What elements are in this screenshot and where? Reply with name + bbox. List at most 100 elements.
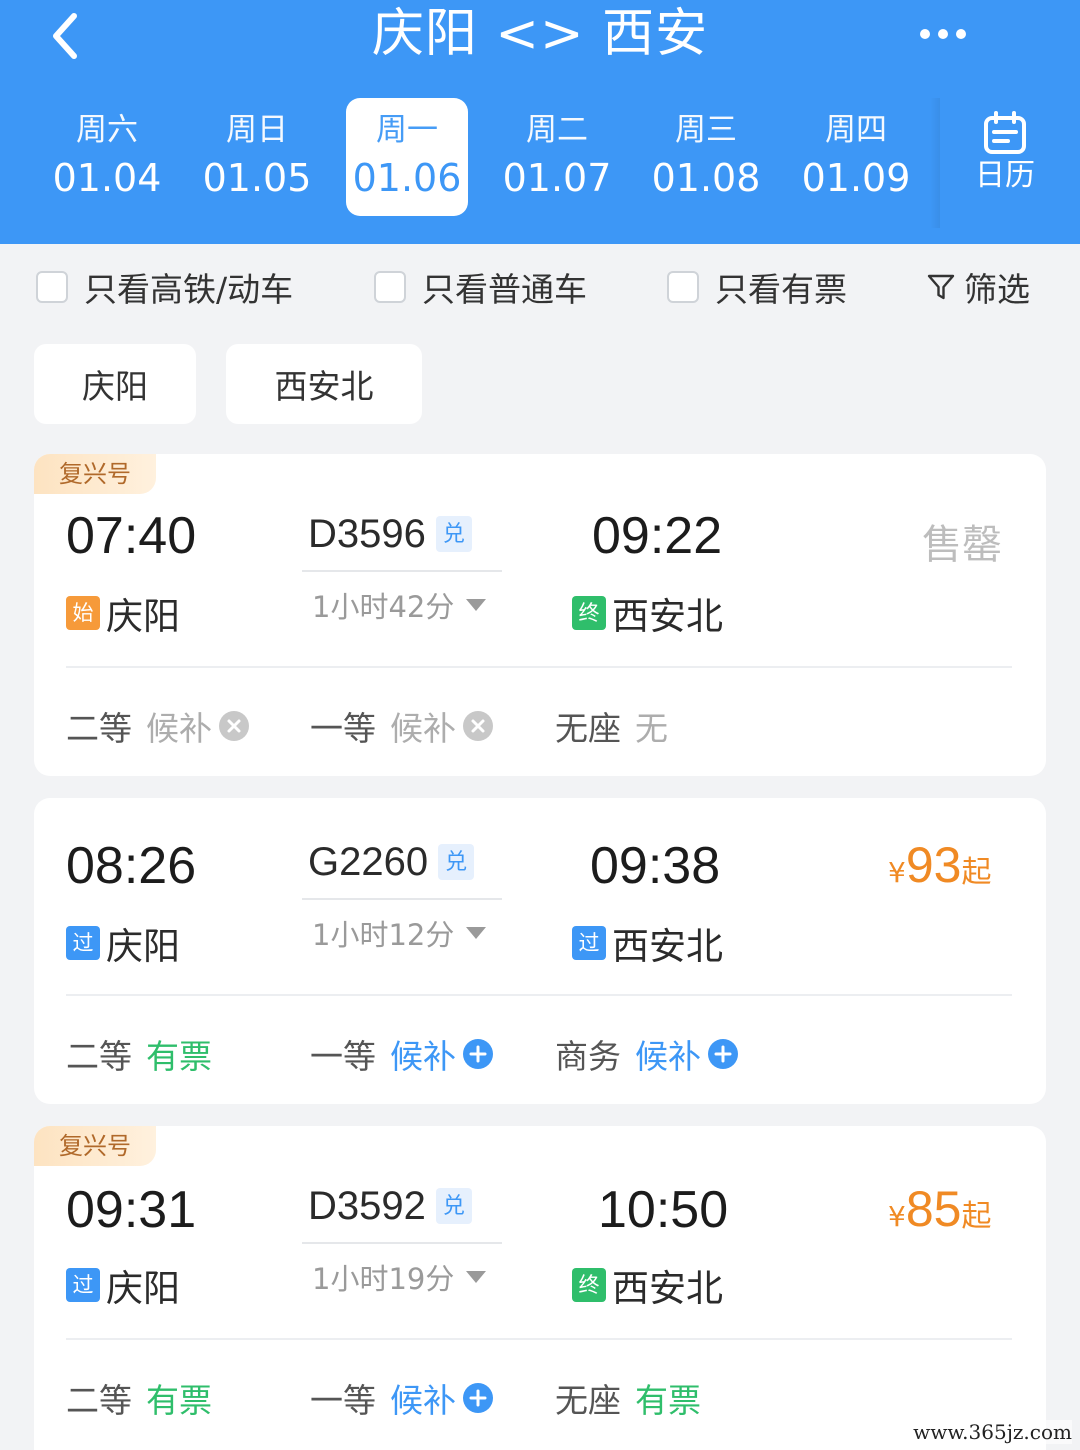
depart-station-name: 庆阳 [106, 595, 180, 638]
train-number-underline [302, 898, 502, 900]
screen-label: 筛选 [964, 270, 1030, 309]
checkbox[interactable] [374, 271, 406, 303]
duration-toggle[interactable]: 1小时19分 [312, 1256, 487, 1298]
seat-status: 无 [635, 709, 668, 748]
plus-circle-icon[interactable] [462, 1382, 494, 1414]
date-tab-weekday: 周四 [825, 112, 887, 148]
depart-station-name: 庆阳 [106, 1267, 180, 1310]
duration-text: 1小时19分 [312, 1262, 455, 1296]
date-tab-weekday: 周日 [226, 112, 288, 148]
fuxing-badge: 复兴号 [34, 1126, 156, 1166]
arrive-time: 09:22 [592, 507, 723, 565]
seat-class: 一等 [310, 709, 376, 748]
seat-business-class[interactable]: 商务 候补 [555, 1030, 739, 1078]
exchange-tag: 兑 [435, 1188, 472, 1224]
date-tab-0104[interactable]: 周六 01.04 [46, 98, 168, 216]
date-tab-0105[interactable]: 周日 01.05 [196, 98, 318, 216]
date-tab-date: 01.05 [202, 156, 312, 200]
header: 庆阳 <> 西安 周六 01.04 周日 01.05 周一 01.06 周二 0… [0, 0, 1080, 244]
seat-no-seat[interactable]: 无座 有票 [555, 1374, 701, 1422]
filter-icon [927, 274, 955, 300]
checkbox[interactable] [36, 271, 68, 303]
pass-tag: 过 [66, 1268, 100, 1302]
train-number: D3592 兑 [308, 1182, 472, 1230]
more-horizontal-icon[interactable] [918, 24, 968, 44]
seat-first-class[interactable]: 一等 候补 [310, 1374, 494, 1422]
seat-class: 无座 [555, 709, 621, 748]
seat-first-class[interactable]: 一等 候补 [310, 702, 494, 750]
seat-class: 二等 [66, 1037, 132, 1076]
station-chip-qingyang[interactable]: 庆阳 [34, 344, 196, 424]
depart-station: 过 庆阳 [66, 916, 180, 970]
date-tab-weekday: 周一 [376, 112, 438, 148]
fuxing-badge: 复兴号 [34, 454, 156, 494]
price-value: 93 [905, 837, 962, 893]
seat-second-class[interactable]: 二等 有票 [66, 1030, 212, 1078]
divider [66, 994, 1012, 996]
triangle-down-icon [466, 927, 487, 939]
screen-button[interactable]: 筛选 [926, 264, 1030, 310]
seat-second-class[interactable]: 二等 候补 [66, 702, 250, 750]
duration-toggle[interactable]: 1小时12分 [312, 912, 487, 954]
seat-second-class[interactable]: 二等 有票 [66, 1374, 212, 1422]
depart-time: 09:31 [66, 1181, 197, 1239]
train-card-d3596[interactable]: 复兴号 07:40 始 庆阳 D3596 兑 1小时42分 09:22 终 西安… [34, 454, 1046, 776]
exchange-tag: 兑 [435, 516, 472, 552]
filter-normal-train[interactable]: 只看普通车 [374, 264, 587, 310]
arrive-station-name: 西安北 [612, 1267, 723, 1310]
arrive-station-name: 西安北 [612, 925, 723, 968]
seat-class: 商务 [555, 1037, 621, 1076]
checkbox[interactable] [667, 271, 699, 303]
seat-class: 二等 [66, 1381, 132, 1420]
plus-circle-icon[interactable] [462, 1038, 494, 1070]
filter-high-speed[interactable]: 只看高铁/动车 [36, 264, 293, 310]
depart-time: 07:40 [66, 507, 197, 565]
train-number-underline [302, 1242, 502, 1244]
price: ¥ 93 起 [888, 836, 991, 894]
seat-status: 候补 [390, 1381, 456, 1420]
date-tab-0107[interactable]: 周二 01.07 [496, 98, 618, 216]
depart-station-name: 庆阳 [106, 925, 180, 968]
date-tab-0106-selected[interactable]: 周一 01.06 [346, 98, 468, 216]
duration-text: 1小时42分 [312, 590, 455, 624]
seat-first-class[interactable]: 一等 候补 [310, 1030, 494, 1078]
train-number-text: G2260 [308, 840, 429, 884]
pass-tag: 过 [572, 926, 606, 960]
calendar-button[interactable]: 日历 [950, 104, 1060, 214]
arrive-station: 终 西安北 [572, 586, 723, 640]
price-suffix: 起 [961, 855, 992, 890]
seat-class: 一等 [310, 1381, 376, 1420]
calendar-divider [930, 98, 940, 228]
date-tab-date: 01.08 [651, 156, 761, 200]
seat-class: 二等 [66, 709, 132, 748]
train-card-d3592[interactable]: 复兴号 09:31 过 庆阳 D3592 兑 1小时19分 10:50 终 西安… [34, 1126, 1046, 1450]
seat-status: 有票 [146, 1381, 212, 1420]
depart-time: 08:26 [66, 837, 197, 895]
filter-available[interactable]: 只看有票 [667, 264, 847, 310]
filter-bar: 只看高铁/动车 只看普通车 只看有票 筛选 [0, 244, 1080, 330]
duration-toggle[interactable]: 1小时42分 [312, 584, 487, 626]
date-tab-0108[interactable]: 周三 01.08 [645, 98, 767, 216]
close-circle-icon [219, 711, 249, 741]
seat-status: 有票 [635, 1381, 701, 1420]
arrive-time: 09:38 [590, 837, 721, 895]
exchange-tag: 兑 [438, 844, 475, 880]
pass-tag: 过 [66, 926, 100, 960]
train-number-text: D3592 [308, 1184, 426, 1228]
date-tab-date: 01.07 [502, 156, 612, 200]
watermark: www.365jz.com [913, 1420, 1072, 1444]
duration-text: 1小时12分 [312, 918, 455, 952]
date-tab-0109[interactable]: 周四 01.09 [795, 98, 917, 216]
plus-circle-icon[interactable] [707, 1038, 739, 1070]
date-tab-date: 01.04 [52, 156, 162, 200]
filter-label: 只看普通车 [422, 270, 587, 309]
end-tag: 终 [572, 596, 606, 630]
seat-no-seat[interactable]: 无座 无 [555, 702, 668, 750]
train-number-text: D3596 [308, 512, 426, 556]
date-tab-weekday: 周三 [675, 112, 737, 148]
train-card-g2260[interactable]: 08:26 过 庆阳 G2260 兑 1小时12分 09:38 过 西安北 ¥ … [34, 798, 1046, 1104]
divider [66, 1338, 1012, 1340]
date-tab-weekday: 周二 [526, 112, 588, 148]
train-number: D3596 兑 [308, 510, 472, 558]
station-chip-xian-bei[interactable]: 西安北 [226, 344, 422, 424]
